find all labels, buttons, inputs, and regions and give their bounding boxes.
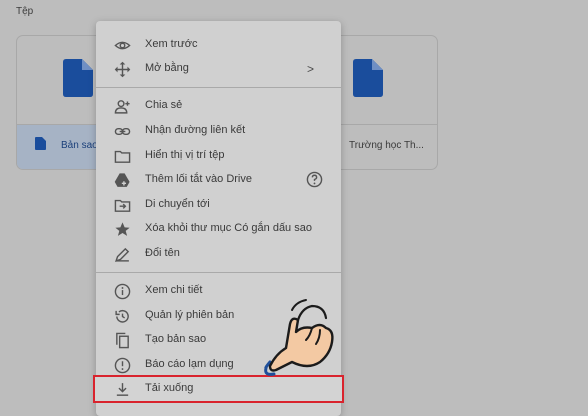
report-icon (114, 357, 131, 374)
menu-item-label: Xem chi tiết (145, 284, 203, 296)
doc-small-icon (35, 137, 46, 150)
history-icon (114, 308, 131, 325)
menu-item-show-location[interactable]: Hiển thị vị trí tệp (96, 144, 341, 168)
doc-icon (353, 59, 383, 97)
chevron-right-icon: > (306, 62, 314, 76)
download-icon (114, 381, 131, 398)
pencil-icon (114, 246, 131, 263)
menu-item-remove-starred[interactable]: Xóa khỏi thư mục Có gắn dấu sao (96, 217, 341, 241)
menu-item-label: Di chuyển tới (145, 198, 210, 210)
menu-item-label: Báo cáo lạm dụng (145, 358, 234, 370)
folder-icon (114, 148, 131, 165)
menu-item-move-to[interactable]: Di chuyển tới (96, 193, 341, 217)
menu-item-share[interactable]: Chia sẻ (96, 94, 341, 118)
menu-item-label: Đổi tên (145, 247, 180, 259)
move-arrows-icon (114, 61, 131, 78)
menu-item-label: Chia sẻ (145, 99, 183, 111)
menu-item-get-link[interactable]: Nhận đường liên kết (96, 119, 341, 143)
menu-item-preview[interactable]: Xem trước (96, 33, 341, 57)
menu-item-download[interactable]: Tải xuống (93, 375, 344, 403)
section-label: Tệp (16, 6, 34, 17)
menu-divider (96, 87, 341, 88)
star-icon (114, 221, 131, 238)
copy-icon (114, 332, 131, 349)
file-name: Bản sao (61, 140, 98, 151)
menu-item-label: Quản lý phiên bản (145, 309, 235, 321)
help-icon[interactable] (306, 171, 323, 193)
menu-item-label: Tải xuống (145, 382, 194, 394)
menu-item-add-shortcut[interactable]: Thêm lối tắt vào Drive (96, 168, 341, 192)
menu-item-label: Hiển thị vị trí tệp (145, 149, 225, 161)
menu-item-label: Mở bằng (145, 62, 189, 74)
pointing-hand-icon (264, 299, 334, 376)
eye-icon (114, 37, 131, 54)
menu-item-label: Tạo bản sao (145, 333, 207, 345)
menu-item-rename[interactable]: Đổi tên (96, 242, 341, 266)
link-icon (114, 123, 131, 140)
menu-item-open-with[interactable]: Mở bằng > (96, 57, 341, 81)
drive-shortcut-icon (114, 172, 131, 189)
info-icon (114, 283, 131, 300)
move-folder-icon (114, 197, 131, 214)
menu-item-label: Xem trước (145, 38, 198, 50)
menu-divider (96, 272, 341, 273)
menu-item-label: Xóa khỏi thư mục Có gắn dấu sao (145, 222, 312, 234)
file-name: Trường học Th... (349, 140, 424, 151)
menu-item-label: Thêm lối tắt vào Drive (145, 173, 252, 185)
add-person-icon (114, 98, 131, 115)
menu-item-label: Nhận đường liên kết (145, 124, 246, 136)
doc-icon (63, 59, 93, 97)
